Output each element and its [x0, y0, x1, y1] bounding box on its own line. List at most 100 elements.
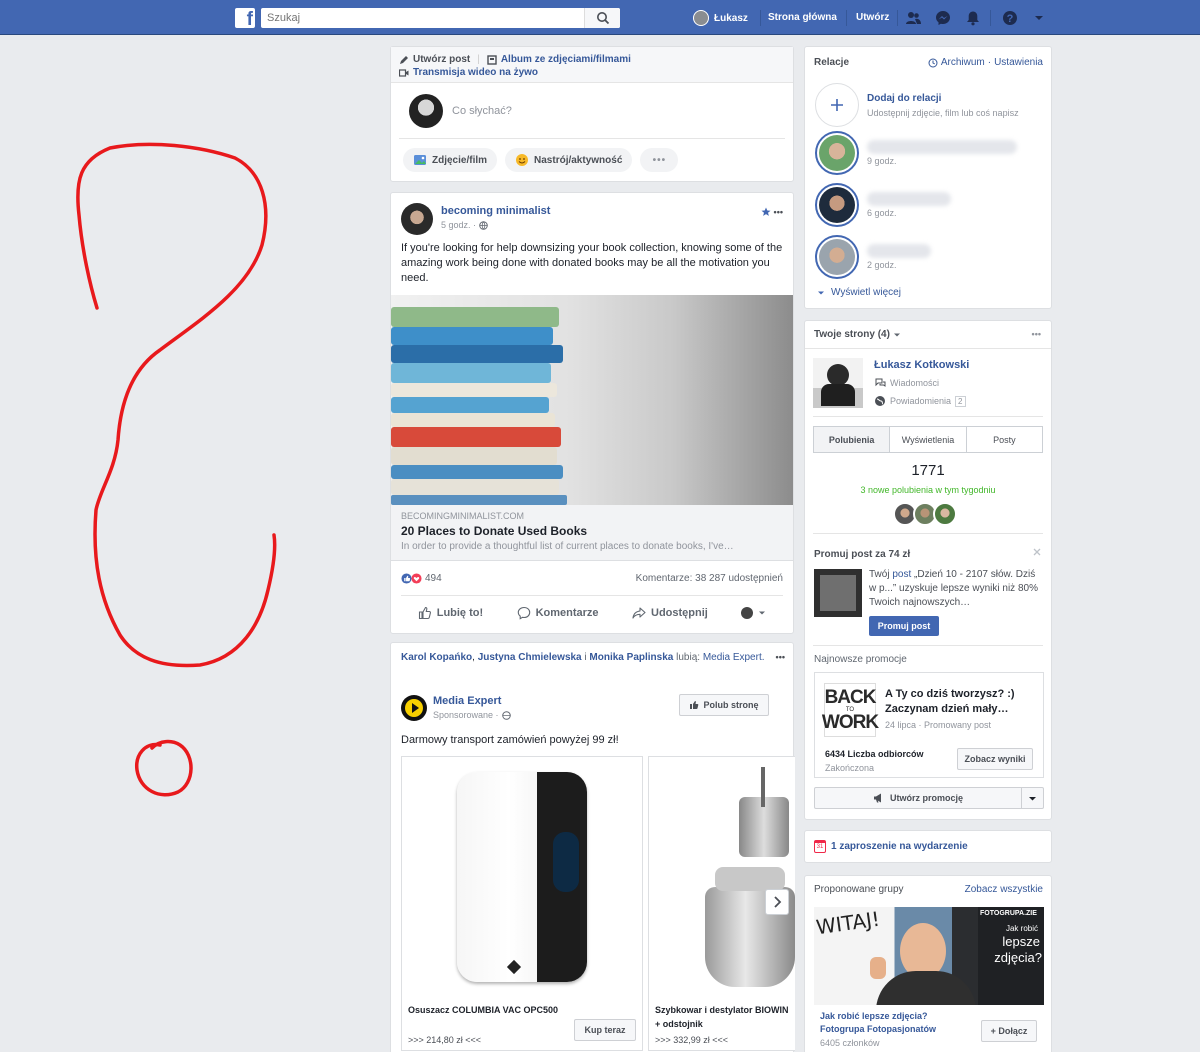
- add-story-row[interactable]: Dodaj do relacji Udostępnij zdjęcie, fil…: [815, 83, 1019, 127]
- friend-requests-icon[interactable]: [905, 10, 921, 26]
- create-promotion-dropdown[interactable]: [1022, 787, 1044, 809]
- recent-promotion-card[interactable]: BACK TO WORK A Ty co dziś tworzysz? :) Z…: [814, 672, 1044, 778]
- buy-now-label: Kup teraz: [584, 1025, 626, 1035]
- carousel-next-button[interactable]: [765, 889, 789, 915]
- sponsored-label[interactable]: Sponsorowane ·: [433, 710, 499, 720]
- add-story-title[interactable]: Dodaj do relacji: [867, 93, 1019, 104]
- share-button[interactable]: Udostępnij: [632, 606, 708, 620]
- product-card[interactable]: Osuszacz COLUMBIA VAC OPC500 >>> 214,80 …: [401, 756, 643, 1051]
- chevron-down-icon: [759, 611, 766, 614]
- join-group-label: + Dołącz: [990, 1026, 1028, 1036]
- more-options-button[interactable]: •••: [640, 148, 679, 172]
- buy-now-button[interactable]: Kup teraz: [574, 1019, 636, 1041]
- like-page-button[interactable]: Polub stronę: [679, 694, 769, 716]
- promotion-heading[interactable]: A Ty co dziś tworzysz? :) Zaczynam dzień…: [885, 687, 1035, 717]
- story-author-blurred: [867, 192, 951, 206]
- product-name[interactable]: Szybkowar i destylator BIOWIN: [655, 1005, 789, 1015]
- reaction-count[interactable]: 494: [425, 573, 442, 584]
- post-time[interactable]: 5 godz. ·: [441, 220, 476, 230]
- photo-video-button[interactable]: Zdjęcie/film: [403, 148, 498, 172]
- promoted-post-link[interactable]: post: [892, 569, 911, 580]
- notifications-bell-icon[interactable]: [965, 10, 981, 26]
- promotion-status: Zakończona: [825, 763, 875, 773]
- create-promotion-button[interactable]: Utwórz promocję: [814, 787, 1022, 809]
- event-invite-link[interactable]: 1 zaproszenie na wydarzenie: [831, 841, 968, 852]
- group-cover-image[interactable]: WITAJ! FOTOGRUPA.ZIE Jak robić lepsze zd…: [814, 907, 1044, 1005]
- avatar[interactable]: [933, 502, 957, 526]
- globe-icon: [875, 396, 885, 406]
- promotion-reach: 6434 Liczba odbiorców: [825, 749, 924, 759]
- profile-link[interactable]: Łukasz: [693, 10, 748, 26]
- home-link[interactable]: Strona główna: [768, 12, 837, 23]
- help-icon[interactable]: ?: [1002, 10, 1018, 26]
- event-invite-panel[interactable]: 31 1 zaproszenie na wydarzenie: [804, 830, 1052, 863]
- product-name[interactable]: Osuszacz COLUMBIA VAC OPC500: [408, 1005, 558, 1015]
- create-post-tab[interactable]: Utwórz post: [413, 53, 470, 66]
- friend-link-2[interactable]: Justyna Chmielewska: [478, 652, 582, 663]
- like-button[interactable]: Lubię to!: [418, 606, 483, 620]
- post-author[interactable]: becoming minimalist: [441, 205, 550, 217]
- tab-views[interactable]: Wyświetlenia: [890, 427, 967, 452]
- settings-link[interactable]: Ustawienia: [994, 57, 1043, 68]
- page-messages-label: Wiadomości: [890, 378, 940, 388]
- messenger-icon[interactable]: [935, 10, 951, 26]
- close-icon[interactable]: [1033, 548, 1041, 556]
- promote-post-button[interactable]: Promuj post: [869, 616, 939, 636]
- story-item[interactable]: 9 godz.: [815, 131, 1017, 175]
- globe-icon: [501, 710, 511, 720]
- comments-shares-count[interactable]: Komentarze: 38 287 udostępnień: [636, 573, 783, 584]
- page-messages-link[interactable]: Wiadomości: [874, 377, 939, 389]
- feeling-activity-button[interactable]: Nastrój/aktywność: [505, 148, 633, 172]
- ad-options-icon[interactable]: •••: [776, 652, 785, 662]
- tab-likes[interactable]: Polubienia: [814, 427, 891, 452]
- link-preview[interactable]: BECOMINGMINIMALIST.COM 20 Places to Dona…: [391, 505, 793, 561]
- advertiser-name[interactable]: Media Expert: [433, 695, 511, 707]
- post-action-bar: Lubię to! Komentarze Udostępnij: [401, 595, 783, 629]
- sponsored-post: Karol Kopańko, Justyna Chmielewska i Mon…: [390, 642, 795, 1052]
- link-title[interactable]: 20 Places to Donate Used Books: [401, 524, 783, 538]
- add-story-button[interactable]: [815, 83, 859, 127]
- promote-post-text: Twój post „Dzień 10 - 2107 słów. Dziś w …: [869, 569, 1038, 608]
- pages-options-icon[interactable]: •••: [1032, 329, 1041, 339]
- see-results-button[interactable]: Zobacz wyniki: [957, 748, 1033, 770]
- page-name[interactable]: Łukasz Kotkowski: [874, 359, 969, 371]
- page-avatar[interactable]: [813, 358, 863, 408]
- chat-bubbles-icon: [875, 378, 886, 387]
- profile-name: Łukasz: [714, 12, 748, 24]
- star-icon[interactable]: [761, 207, 771, 217]
- story-avatar: [815, 235, 859, 279]
- composer-input-row[interactable]: Co słychać?: [399, 83, 785, 139]
- photo-icon: [414, 155, 426, 165]
- see-more-stories[interactable]: Wyświetl więcej: [817, 287, 901, 298]
- globe-icon: [479, 220, 488, 230]
- ad-text: Darmowy transport zamówień powyżej 99 zł…: [401, 734, 619, 746]
- avatar[interactable]: [401, 203, 433, 235]
- archive-link[interactable]: Archiwum: [941, 57, 985, 68]
- composer-placeholder[interactable]: Co słychać?: [452, 105, 512, 117]
- create-link[interactable]: Utwórz: [856, 12, 889, 23]
- friend-link-3[interactable]: Monika Paplinska: [589, 652, 673, 663]
- story-item[interactable]: 6 godz.: [815, 183, 951, 227]
- page-notifications-link[interactable]: Powiadomienia 2: [874, 395, 966, 407]
- your-pages-header[interactable]: Twoje strony (4): [814, 329, 901, 340]
- photo-album-tab[interactable]: Album ze zdjęciami/filmami: [501, 53, 631, 66]
- search-button[interactable]: [584, 8, 620, 28]
- media-expert-logo[interactable]: [401, 695, 427, 721]
- story-item[interactable]: 2 godz.: [815, 235, 931, 279]
- see-all-groups-link[interactable]: Zobacz wszystkie: [965, 884, 1043, 895]
- tab-posts[interactable]: Posty: [967, 427, 1042, 452]
- suggested-groups-title: Proponowane grupy: [814, 884, 904, 895]
- friend-link-1[interactable]: Karol Kopańko: [401, 652, 472, 663]
- promote-post-thumbnail[interactable]: [814, 569, 862, 617]
- post-options-icon[interactable]: •••: [774, 207, 783, 217]
- post-as-selector[interactable]: [741, 606, 766, 619]
- comment-button[interactable]: Komentarze: [517, 606, 599, 620]
- account-menu-chevron-down-icon[interactable]: [1031, 10, 1047, 26]
- avatar: [741, 606, 754, 619]
- liked-page-link[interactable]: Media Expert.: [703, 652, 765, 663]
- live-video-tab[interactable]: Transmisja wideo na żywo: [413, 66, 538, 79]
- link-domain: BECOMINGMINIMALIST.COM: [401, 511, 525, 521]
- books-stack-image[interactable]: [391, 295, 793, 505]
- group-name[interactable]: Jak robić lepsze zdjęcia? Fotogrupa Foto…: [820, 1010, 960, 1036]
- join-group-button[interactable]: + Dołącz: [981, 1020, 1037, 1042]
